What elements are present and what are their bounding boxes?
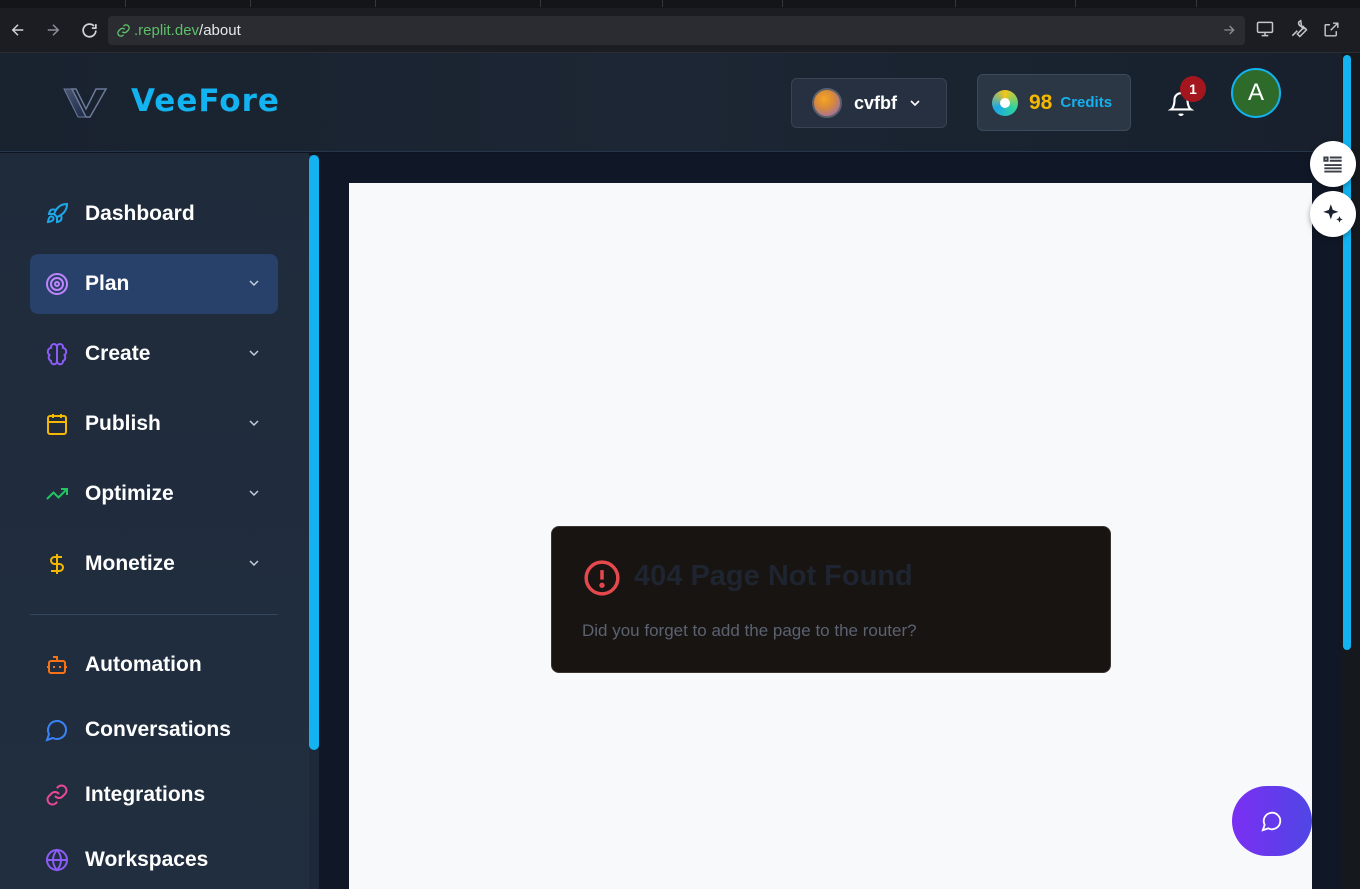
back-button[interactable] [6, 18, 30, 42]
user-avatar[interactable]: A [1231, 68, 1281, 118]
sidebar-item-monetize[interactable]: Monetize [30, 534, 278, 594]
sidebar-item-label: Automation [85, 653, 202, 676]
credits-value: 98 [1029, 90, 1053, 114]
workspace-switcher[interactable]: cvfbf [791, 78, 947, 128]
forward-button[interactable] [41, 18, 65, 42]
go-arrow-icon[interactable] [1221, 22, 1237, 38]
reload-icon [81, 22, 97, 38]
devtools-wrench-icon[interactable] [1288, 18, 1310, 40]
workspace-name: cvfbf [854, 92, 898, 113]
alert-circle-icon [584, 560, 620, 596]
calendar-icon [45, 412, 69, 436]
sidebar-divider [30, 614, 278, 615]
arrow-right-icon [47, 24, 60, 36]
brand-name[interactable]: VeeFore [131, 83, 280, 119]
sidebar-item-label: Plan [85, 272, 130, 295]
device-preview-icon[interactable] [1254, 18, 1276, 40]
sidebar-item-label: Conversations [85, 718, 231, 741]
sidebar-item-create[interactable]: Create [30, 324, 278, 384]
link-icon [117, 24, 130, 37]
globe-icon [45, 848, 69, 872]
credits-label: Credits [1060, 94, 1113, 111]
reload-button[interactable] [77, 18, 101, 42]
chevron-down-icon[interactable] [246, 485, 262, 501]
sidebar-item-publish[interactable]: Publish [30, 394, 278, 454]
address-bar[interactable]: .replit.dev/about [108, 16, 1245, 45]
sidebar-item-workspaces[interactable]: Workspaces [30, 830, 278, 889]
dollar-icon [45, 552, 69, 576]
sidebar-item-integrations[interactable]: Integrations [30, 765, 278, 825]
sidebar-item-label: Workspaces [85, 848, 209, 871]
sidebar-item-label: Integrations [85, 783, 206, 806]
tab-strip [0, 0, 1360, 8]
chevron-down-icon[interactable] [246, 415, 262, 431]
sidebar-item-plan[interactable]: Plan [30, 254, 278, 314]
chat-bubble-icon [1261, 811, 1282, 832]
sidebar-item-dashboard[interactable]: Dashboard [30, 184, 278, 244]
chat-button[interactable] [1232, 786, 1312, 856]
rocket-icon [45, 202, 69, 226]
credits-badge[interactable]: 98 Credits [977, 74, 1131, 131]
reader-mode-icon[interactable] [1310, 141, 1356, 187]
trending-up-icon [45, 482, 69, 506]
sparkles-icon[interactable] [1310, 191, 1356, 237]
browser-toolbar: .replit.dev/about [0, 0, 1360, 53]
open-new-tab-icon[interactable] [1320, 18, 1342, 40]
sidebar-item-label: Optimize [85, 482, 174, 505]
coin-icon [992, 89, 1018, 116]
target-icon [45, 272, 69, 296]
error-message: Did you forget to add the page to the ro… [582, 621, 917, 640]
workspace-avatar [812, 88, 842, 118]
brain-icon [45, 342, 69, 366]
robot-icon [45, 653, 69, 677]
url-path: /about [199, 22, 241, 39]
sidebar-item-automation[interactable]: Automation [30, 635, 278, 695]
sidebar-item-label: Dashboard [85, 202, 195, 225]
arrow-left-icon [11, 24, 24, 36]
sidebar-item-label: Create [85, 342, 151, 365]
chevron-down-icon[interactable] [246, 275, 262, 291]
url-host: .replit.dev [134, 22, 200, 39]
app-header: VeeFore cvfbf 98 Credits 1 A [0, 53, 1342, 152]
chevron-down-icon[interactable] [246, 555, 262, 571]
error-card: 404 Page Not Found Did you forget to add… [551, 526, 1111, 673]
sidebar-item-label: Monetize [85, 552, 175, 575]
sidebar-item-conversations[interactable]: Conversations [30, 700, 278, 760]
sidebar-scrollbar-thumb[interactable] [309, 155, 319, 750]
sidebar-item-label: Publish [85, 412, 161, 435]
chevron-down-icon[interactable] [246, 345, 262, 361]
sidebar: Dashboard Plan Create Publish Optimize M [0, 153, 309, 889]
sidebar-item-optimize[interactable]: Optimize [30, 464, 278, 524]
notification-count-badge: 1 [1180, 76, 1206, 102]
chevron-down-icon [910, 100, 920, 107]
error-title: 404 Page Not Found [634, 560, 913, 592]
message-circle-icon [45, 718, 69, 742]
veefore-logo-icon[interactable] [62, 85, 108, 121]
link-icon [45, 783, 69, 807]
